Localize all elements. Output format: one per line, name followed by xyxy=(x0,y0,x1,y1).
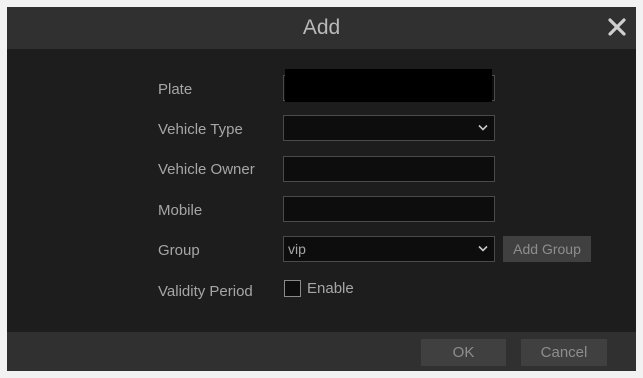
vehicle-owner-label: Vehicle Owner xyxy=(158,161,255,178)
validity-period-label: Validity Period xyxy=(158,283,253,300)
mobile-label: Mobile xyxy=(158,202,203,219)
enable-checkbox-label[interactable]: Enable xyxy=(307,280,354,298)
dialog-title: Add xyxy=(302,16,341,39)
ok-button[interactable]: OK xyxy=(421,339,506,366)
group-select[interactable]: vip xyxy=(283,236,495,262)
mobile-input[interactable] xyxy=(283,196,495,222)
chevron-down-icon xyxy=(478,245,488,252)
cancel-button[interactable]: Cancel xyxy=(521,339,607,366)
plate-label: Plate xyxy=(158,81,193,98)
vehicle-owner-input[interactable] xyxy=(283,156,495,182)
enable-checkbox[interactable] xyxy=(284,280,301,297)
add-group-button[interactable]: Add Group xyxy=(503,236,591,262)
group-value: vip xyxy=(288,241,306,257)
plate-input-fill xyxy=(285,69,492,102)
close-icon[interactable] xyxy=(606,16,628,38)
dialog-footer: OK Cancel xyxy=(7,332,636,371)
add-vehicle-dialog: Add Plate Vehicle Type Vehicle Owner Mob… xyxy=(7,7,636,371)
plate-input[interactable] xyxy=(283,69,495,102)
vehicle-type-label: Vehicle Type xyxy=(158,121,243,138)
vehicle-type-select[interactable] xyxy=(283,115,495,141)
chevron-down-icon xyxy=(478,124,488,131)
dialog-titlebar: Add xyxy=(7,7,636,49)
group-label: Group xyxy=(158,242,200,259)
